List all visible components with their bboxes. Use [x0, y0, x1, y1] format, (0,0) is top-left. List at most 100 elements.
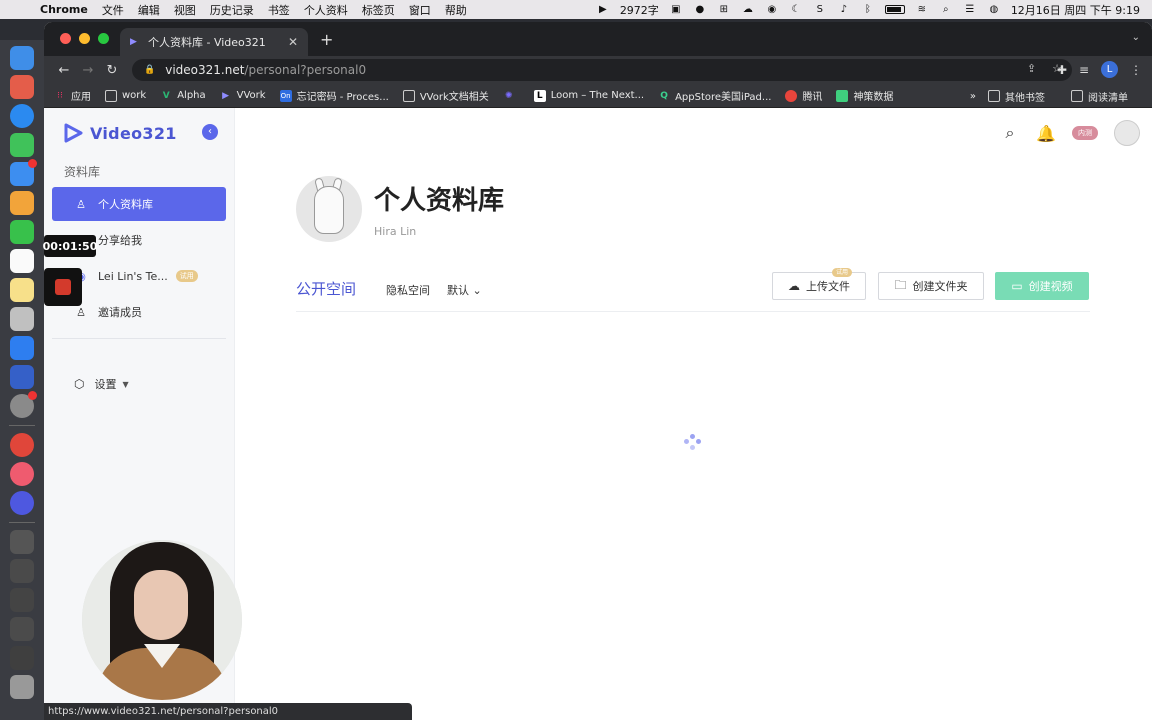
window-thumbnail-icon[interactable] [10, 588, 34, 612]
bookmark-sensors[interactable]: 神策数据 [836, 88, 893, 103]
reading-list[interactable]: 阅读清单 [1071, 89, 1128, 104]
menu-extra-icon[interactable]: ▣ [669, 4, 683, 15]
menu-item-history[interactable]: 历史记录 [210, 2, 254, 18]
notification-bell-icon[interactable]: 🔔 [1036, 123, 1056, 143]
bookmark-vvork-docs[interactable]: VVork文档相关 [402, 88, 489, 103]
tab-public-space[interactable]: 公开空间 [296, 278, 356, 299]
bookmark-alpha[interactable]: V Alpha [160, 90, 206, 102]
close-tab-icon[interactable]: ✕ [288, 35, 298, 49]
finder-icon[interactable] [10, 46, 34, 70]
close-window-icon[interactable] [60, 33, 71, 44]
app-store-icon[interactable] [10, 336, 34, 360]
more-menu-icon[interactable]: ⋮ [1130, 63, 1142, 77]
microphone-icon[interactable]: ● [693, 4, 707, 15]
spotlight-search-icon[interactable]: ⌕ [939, 4, 953, 15]
share-icon[interactable]: ⇪ [1027, 62, 1036, 75]
siri-icon[interactable]: ◍ [987, 4, 1001, 15]
sidebar-item-personal-library[interactable]: ♙ 个人资料库 [52, 187, 226, 221]
menu-item-file[interactable]: 文件 [102, 2, 124, 18]
battery-icon[interactable] [884, 5, 905, 14]
record-icon[interactable]: ◉ [765, 4, 779, 15]
webcam-bubble[interactable] [82, 540, 242, 700]
upload-file-button[interactable]: ☁ 上传文件 [772, 272, 866, 300]
moon-icon[interactable]: ☾ [789, 4, 803, 15]
more-bookmarks-icon[interactable]: » [970, 91, 976, 102]
tab-private-space[interactable]: 隐私空间 [386, 282, 430, 298]
menu-item-help[interactable]: 帮助 [445, 2, 467, 18]
beta-badge[interactable]: 内测 [1072, 126, 1098, 140]
browser-tab-active[interactable]: ▶ 个人资料库 - Video321 ✕ [120, 28, 308, 56]
forward-icon[interactable]: → [76, 63, 100, 78]
window-thumbnail-icon[interactable] [10, 617, 34, 641]
bookmark-spark[interactable]: ✺ [503, 90, 520, 102]
window-thumbnail-icon[interactable] [10, 530, 34, 554]
bookmark-other[interactable]: 其他书签 [988, 89, 1045, 104]
create-folder-button[interactable]: 🗀 创建文件夹 [878, 272, 984, 300]
sidebar-item-settings[interactable]: ⬡ 设置 ▼ [74, 376, 129, 392]
photos-icon[interactable] [10, 191, 34, 215]
safari-icon[interactable] [10, 104, 34, 128]
chrome-icon[interactable] [10, 433, 34, 457]
cloud-icon[interactable]: ☁ [741, 4, 755, 15]
bookmark-work[interactable]: work [105, 89, 146, 102]
media-queue-icon[interactable]: ≡ [1079, 63, 1089, 77]
profile-avatar-rabbit-icon[interactable] [296, 176, 362, 242]
create-video-button[interactable]: ▭ 创建视频 [995, 272, 1089, 300]
bookmark-appstore[interactable]: Q AppStore美国iPad... [658, 88, 771, 104]
tab-search-chevron-icon[interactable]: ⌄ [1132, 32, 1140, 43]
bluetooth-icon[interactable]: ᛒ [861, 4, 875, 15]
profile-avatar[interactable]: L [1101, 61, 1118, 78]
menu-item-view[interactable]: 视图 [174, 2, 196, 18]
video321-favicon-icon: ▶ [130, 37, 137, 47]
extensions-puzzle-icon[interactable]: ✚ [1057, 63, 1067, 77]
bookmark-forgot-password[interactable]: On 忘记密码 - Proces... [279, 88, 389, 103]
menu-item-window[interactable]: 窗口 [409, 2, 431, 18]
minimize-window-icon[interactable] [79, 33, 90, 44]
menu-item-tabs[interactable]: 标签页 [362, 2, 395, 18]
wifi-icon[interactable]: ≋ [915, 4, 929, 15]
system-preferences-icon[interactable] [10, 391, 37, 418]
bookmark-tencent[interactable]: 腾讯 [785, 88, 822, 103]
address-bar[interactable]: 🔒 video321.net/personal?personal0 ⇪ ☆ [132, 59, 1072, 81]
bilibili-icon[interactable] [10, 462, 34, 486]
new-tab-icon[interactable]: + [320, 30, 333, 49]
menu-item-bookmarks[interactable]: 书签 [268, 2, 290, 18]
calendar-icon[interactable] [10, 249, 34, 273]
bookmark-vvork[interactable]: ▶ VVork [220, 90, 265, 102]
control-center-icon[interactable]: ☰ [963, 4, 977, 15]
reload-icon[interactable]: ↻ [100, 63, 124, 78]
app-menu-chrome[interactable]: Chrome [40, 3, 88, 16]
s-app-icon[interactable]: S [813, 4, 827, 15]
trash-icon[interactable] [10, 675, 34, 699]
grid-icon[interactable]: ⊞ [717, 4, 731, 15]
word-count[interactable]: 2972字 [620, 2, 659, 18]
video321-logo[interactable]: Video321 [62, 122, 177, 144]
play-circle-icon[interactable]: ▶ [596, 4, 610, 15]
menu-item-profiles[interactable]: 个人资料 [304, 2, 348, 18]
mail-client-icon[interactable] [10, 365, 34, 389]
mail-icon[interactable] [10, 159, 37, 186]
user-avatar[interactable] [1114, 120, 1140, 146]
lock-icon[interactable]: 🔒 [144, 65, 155, 75]
search-icon[interactable]: ⌕ [1000, 123, 1020, 143]
bookmark-apps[interactable]: ⁝⁝ 应用 [54, 88, 91, 104]
volume-icon[interactable]: ♪ [837, 4, 851, 15]
menu-item-edit[interactable]: 编辑 [138, 2, 160, 18]
collapse-sidebar-icon[interactable]: ‹ [202, 124, 218, 140]
video321-app-icon[interactable] [10, 491, 34, 515]
notes-icon[interactable] [10, 278, 34, 302]
window-thumbnail-icon[interactable] [10, 559, 34, 583]
messages-icon[interactable] [10, 133, 34, 157]
sort-dropdown[interactable]: 默认 ⌄ [447, 282, 482, 298]
bookmark-loom[interactable]: L Loom – The Next... [533, 89, 644, 102]
facetime-icon[interactable] [10, 220, 34, 244]
window-thumbnail-icon[interactable] [10, 646, 34, 670]
back-icon[interactable]: ← [52, 63, 76, 78]
launchpad-icon[interactable] [10, 75, 34, 99]
notification-badge-icon [28, 391, 37, 400]
profile-text: 个人资料库 Hira Lin [374, 180, 504, 238]
maximize-window-icon[interactable] [98, 33, 109, 44]
stop-recording-button[interactable] [44, 268, 82, 306]
menubar-clock[interactable]: 12月16日 周四 下午 9:19 [1011, 2, 1140, 18]
reminders-icon[interactable] [10, 307, 34, 331]
